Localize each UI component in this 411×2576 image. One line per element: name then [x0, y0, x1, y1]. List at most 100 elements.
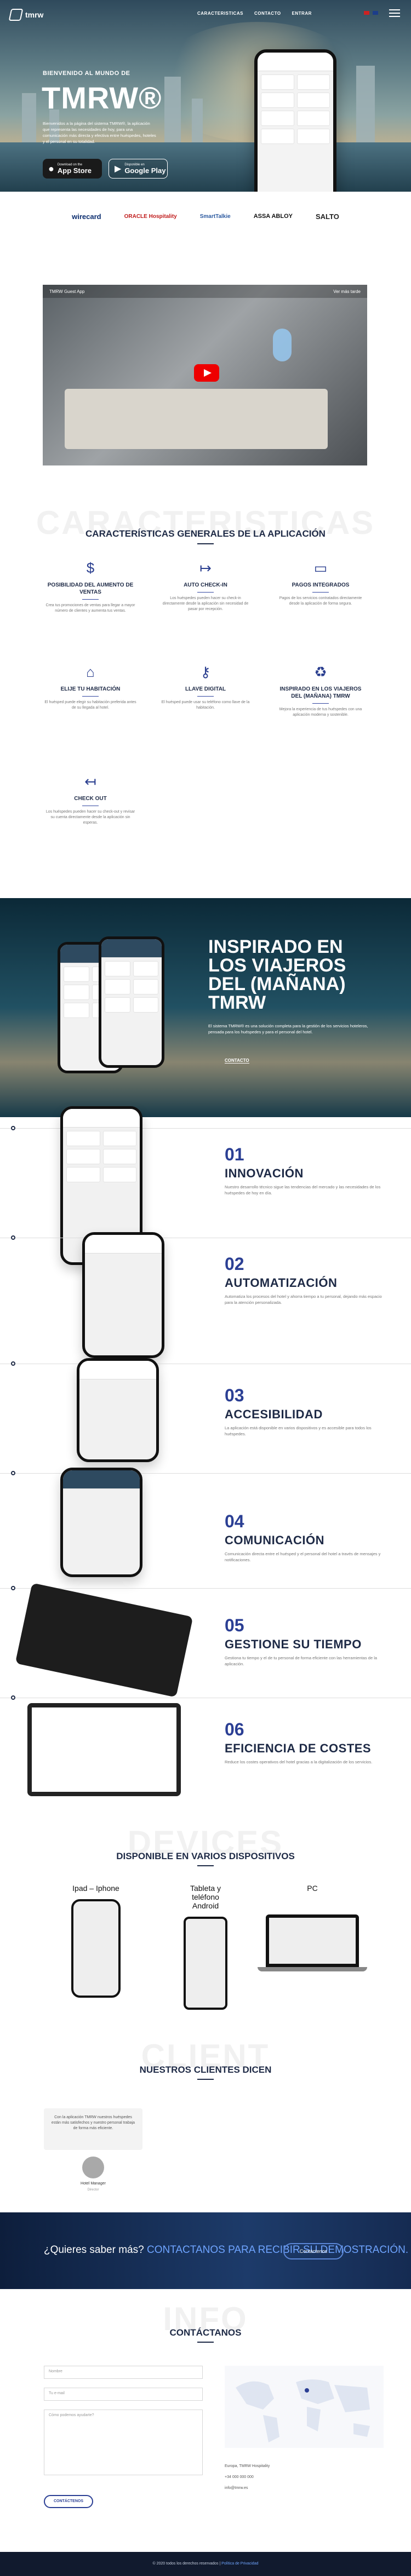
- phone-tile: [102, 1131, 136, 1146]
- nav-link-caracteristicas[interactable]: CARACTERISTICAS: [197, 11, 243, 16]
- partner-logos: wirecard ORACLE Hospitality SmartTalkie …: [0, 200, 411, 233]
- nav-links: CARACTERISTICAS CONTACTO ENTRAR: [197, 11, 312, 16]
- flag-es-icon[interactable]: [364, 11, 369, 15]
- phone-tile: [133, 997, 158, 1013]
- inspired-title: INSPIRADO EN LOS VIAJEROS DEL (MAÑANA) T…: [208, 936, 346, 1013]
- partner-salto: SALTO: [316, 212, 339, 221]
- timeline-dot: [11, 1361, 15, 1366]
- phone-tile: [105, 979, 130, 994]
- phone-tile: [296, 74, 330, 90]
- feature-payments: ▭ PAGOS INTEGRADOS Pagos de los servicio…: [274, 559, 367, 607]
- feature-title: POSIBILIDAD DEL AUMENTO DE VENTAS: [47, 582, 134, 595]
- feature-divider: [197, 696, 214, 697]
- name-field[interactable]: Nombre: [44, 2366, 203, 2379]
- feature-title: INSPIRADO EN LOS VIAJEROS DEL (MAÑANA) T…: [279, 686, 362, 699]
- app-store-button[interactable]: ● Download on the App Store: [43, 159, 102, 179]
- timeline-title: EFICIENCIA DE COSTES: [225, 1741, 372, 1755]
- hero-section: tmrw CARACTERISTICAS CONTACTO ENTRAR BIE…: [0, 0, 411, 192]
- video-title: TMRW Guest App: [49, 289, 85, 294]
- cta-contact-button[interactable]: Contáctenos: [283, 2243, 344, 2259]
- feature-divider: [312, 592, 329, 593]
- phone-screen-header: [79, 1361, 156, 1379]
- inspired-contact-link[interactable]: CONTACTO: [225, 1058, 249, 1063]
- device-label: Ipad – Iphone: [72, 1884, 119, 1893]
- app-store-big: App Store: [57, 166, 92, 175]
- feature-text: Crea tus promociones de ventas para lleg…: [45, 603, 135, 613]
- devices-title: DISPONIBLE EN VARIOS DISPOSITIVOS: [116, 1851, 295, 1861]
- timeline-number: 02: [225, 1254, 244, 1274]
- timeline-number: 05: [225, 1615, 244, 1635]
- phone-tile: [261, 129, 294, 144]
- cta-question-text: ¿Quieres saber más?: [44, 2244, 144, 2256]
- watch-later-button[interactable]: Ver más tarde: [333, 289, 361, 294]
- nav-link-entrar[interactable]: ENTRAR: [292, 11, 312, 16]
- message-field[interactable]: Cómo podemos ayudarte?: [44, 2410, 203, 2475]
- video-player[interactable]: TMRW Guest App Ver más tarde: [43, 285, 367, 465]
- menu-icon[interactable]: [389, 9, 400, 17]
- feature-title: ELIJE TU HABITACIÓN: [60, 686, 121, 692]
- inspired-text: El sistema TMRW® es una solución complet…: [208, 1024, 368, 1034]
- hero-subtitle: BIENVENIDO AL MUNDO DE: [43, 70, 130, 77]
- timeline-number: 04: [225, 1511, 244, 1531]
- footer-text: © 2020 todos los derechos reservados: [152, 2562, 219, 2566]
- top-navigation: tmrw CARACTERISTICAS CONTACTO ENTRAR: [0, 8, 411, 24]
- device-ios: Ipad – Iphone: [41, 1884, 151, 1998]
- play-icon[interactable]: [194, 364, 219, 382]
- contact-email[interactable]: info@tmrw.es: [225, 2486, 248, 2490]
- phone-tile: [296, 93, 330, 108]
- timeline-number: 03: [225, 1385, 244, 1405]
- features-title: CARACTERÍSTICAS GENERALES DE LA APLICACI…: [85, 528, 326, 539]
- phone-tile: [296, 111, 330, 126]
- partner-wirecard: wirecard: [72, 212, 101, 221]
- email-field[interactable]: Tu e-mail: [44, 2388, 203, 2401]
- timeline-phone-mockup: [82, 1232, 164, 1358]
- phone-screen-header: [85, 1235, 162, 1254]
- hero-description: Bienvenidos a la página del sistema TMRW…: [43, 121, 156, 144]
- feature-title: AUTO CHECK-IN: [184, 582, 227, 588]
- pc-mockup: [266, 1914, 359, 1967]
- feature-checkin: ↦ AUTO CHECK-IN Los huéspedes pueden hac…: [159, 559, 252, 612]
- android-mockup: [184, 1917, 227, 2010]
- google-play-button[interactable]: ▶ Disponible en Google Play: [109, 159, 168, 179]
- flag-en-icon[interactable]: [373, 11, 378, 15]
- contact-address: Europa, TMRW Hospitality: [225, 2464, 270, 2468]
- device-android: Tableta y teléfono Android: [151, 1884, 260, 2010]
- timeline-text: Automatiza los procesos del hotel y ahor…: [225, 1294, 382, 1305]
- title-underline: [197, 1865, 214, 1866]
- feature-text: Los huéspedes pueden hacer su check-in d…: [162, 596, 249, 611]
- feature-text: El huésped puede usar su teléfono como l…: [161, 700, 250, 710]
- phone-tile: [261, 93, 294, 108]
- feature-sales: $ POSIBILIDAD DEL AUMENTO DE VENTAS Crea…: [44, 559, 137, 614]
- phone-screen-header: [101, 939, 162, 958]
- testimonial-name: Hotel Manager: [81, 2182, 106, 2186]
- send-button[interactable]: CONTÁCTENOS: [44, 2495, 93, 2508]
- feature-title: CHECK OUT: [74, 796, 107, 802]
- language-switcher: [364, 11, 378, 15]
- privacy-link[interactable]: Política de Privacidad: [221, 2562, 258, 2566]
- feature-title: LLAVE DIGITAL: [185, 686, 226, 692]
- device-label: PC: [307, 1884, 318, 1893]
- brand-logo[interactable]: tmrw: [8, 9, 43, 21]
- google-play-big: Google Play: [124, 166, 166, 175]
- house-icon: ⌂: [86, 664, 95, 680]
- feature-divider: [197, 592, 214, 593]
- hero-title: TMRW®: [42, 81, 162, 115]
- testimonial-quote: Con la aplicación TMRW nuestros huéspede…: [51, 2115, 135, 2130]
- device-pc: PC: [258, 1884, 367, 1971]
- tablet-mockup: [15, 1583, 193, 1698]
- nav-link-contacto[interactable]: CONTACTO: [254, 11, 281, 16]
- phone-screen-header: [258, 53, 333, 71]
- feature-text: Los huéspedes pueden hacer su check-out …: [45, 810, 135, 825]
- feature-text: Pagos de los servicios contratados direc…: [279, 596, 362, 606]
- phone-tile: [66, 1167, 100, 1182]
- partner-assa-abloy: ASSA ABLOY: [253, 213, 293, 220]
- timeline-phone-mockup: [77, 1358, 159, 1462]
- phone-screen-header: [63, 1470, 140, 1489]
- timeline-text: Gestiona tu tiempo y el de tu personal d…: [225, 1655, 378, 1666]
- contact-title: CONTÁCTANOS: [169, 2327, 242, 2338]
- testimonial-card: Con la aplicación TMRW nuestros huéspede…: [44, 2108, 142, 2150]
- phone-screen-grid: [63, 1128, 140, 1186]
- phone-tile: [102, 1167, 136, 1182]
- timeline-title: INNOVACIÓN: [225, 1166, 304, 1180]
- feature-divider: [82, 696, 99, 697]
